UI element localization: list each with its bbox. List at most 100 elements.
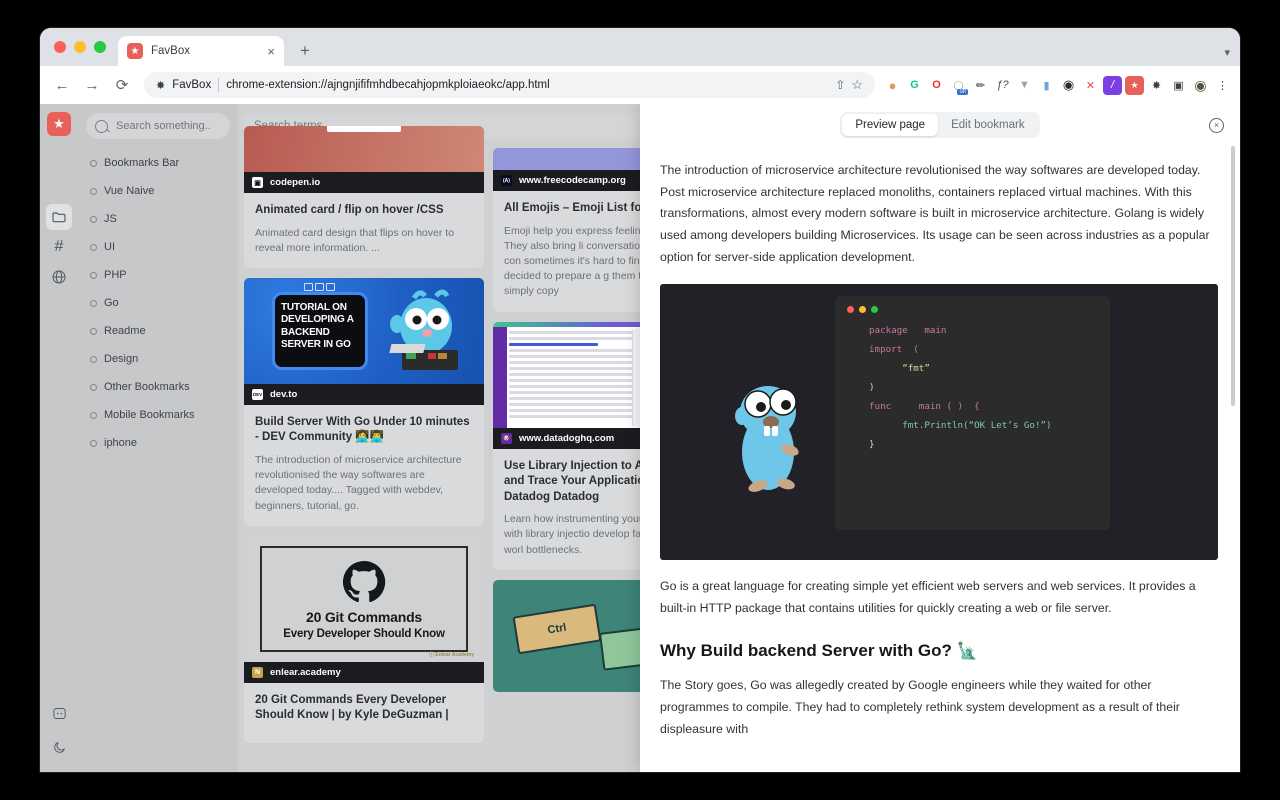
new-tab-button[interactable]: + — [292, 38, 318, 64]
github-logo-icon — [342, 560, 386, 602]
browser-tab[interactable]: ★ FavBox × — [118, 36, 284, 66]
card-domain-label: enlear.academy — [270, 666, 341, 678]
folder-bullet-icon — [90, 383, 97, 391]
omnibox-divider — [218, 78, 220, 92]
maximize-window-button[interactable] — [94, 41, 106, 53]
cookie-extension-icon[interactable]: ● — [883, 76, 902, 95]
chrome-menu-icon[interactable]: ⋮ — [1213, 76, 1232, 95]
sidebar-item-bookmarks-bar[interactable]: Bookmarks Bar — [86, 149, 230, 177]
address-bar[interactable]: ✸ FavBox chrome-extension://ajngnjififmh… — [144, 72, 875, 98]
code-line-5: func main ( ) { — [869, 401, 980, 413]
sidebar-item-label: iphone — [104, 437, 138, 449]
sidepanel-icon[interactable]: ▣ — [1169, 76, 1188, 95]
favbox-extension-icon[interactable]: ★ — [1125, 75, 1144, 95]
github-icon[interactable] — [46, 700, 72, 726]
back-button[interactable]: ← — [48, 71, 76, 99]
sidebar-item-readme[interactable]: Readme — [86, 317, 230, 345]
rail-hash-icon[interactable]: # — [46, 234, 72, 260]
bookmark-card[interactable]: 20 Git Commands Every Developer Should K… — [244, 535, 484, 743]
card-thumbnail-codepen — [244, 126, 484, 172]
browser-toolbar: ← → ⟳ ✸ FavBox chrome-extension://ajngnj… — [40, 66, 1240, 104]
sidebar-item-iphone[interactable]: iphone — [86, 429, 230, 457]
clipboard-extension-icon[interactable]: ▮ — [1037, 76, 1056, 95]
preview-panel: Preview page Edit bookmark × The introdu… — [640, 104, 1240, 772]
card-thumbnail-go-tutorial: TUTORIAL ON DEVELOPING A BACKEND SERVER … — [244, 277, 484, 384]
card-title: Animated card / flip on hover /CSS — [255, 204, 444, 216]
preview-paragraph-3: The Story goes, Go was allegedly created… — [660, 678, 1180, 736]
card-title: 20 Git Commands Every Developer Should K… — [255, 693, 449, 722]
sidebar-item-label: Bookmarks Bar — [104, 157, 180, 169]
app-logo-star-icon[interactable]: ★ — [47, 112, 71, 136]
camera-extension-icon[interactable]: ◉ — [1059, 76, 1078, 95]
sidebar-item-js[interactable]: JS — [86, 205, 230, 233]
scissors-extension-icon[interactable]: ✕ — [1081, 76, 1100, 95]
tab-edit-bookmark[interactable]: Edit bookmark — [938, 114, 1038, 136]
sidebar-item-label: Design — [104, 353, 139, 365]
app-rail: ★ # — [40, 104, 78, 772]
freecodecamp-favicon-icon: (A) — [501, 175, 512, 186]
folder-bullet-icon — [90, 355, 97, 363]
sidebar-search-input[interactable]: Search something.. — [86, 113, 230, 139]
code-line-4: ) — [869, 382, 875, 394]
sidebar-item-other-bookmarks[interactable]: Other Bookmarks — [86, 373, 230, 401]
profile-avatar-icon[interactable]: ◉ — [1191, 76, 1210, 95]
reload-button[interactable]: ⟳ — [108, 71, 136, 99]
bookmark-star-icon[interactable]: ☆ — [851, 77, 863, 93]
close-tab-icon[interactable]: × — [267, 45, 275, 58]
sidebar-item-vue-naive[interactable]: Vue Naive — [86, 177, 230, 205]
share-icon[interactable]: ⇧ — [835, 78, 845, 92]
card-domain-label: www.datadoghq.com — [519, 432, 615, 444]
sidebar-item-go[interactable]: Go — [86, 289, 230, 317]
folder-bullet-icon — [90, 159, 97, 167]
card-thumbnail-subtitle: Every Developer Should Know — [283, 627, 445, 640]
close-window-button[interactable] — [54, 41, 66, 53]
forward-button[interactable]: → — [78, 71, 106, 99]
preview-content: The introduction of microservice archite… — [640, 146, 1240, 772]
sidebar-item-label: Other Bookmarks — [104, 381, 190, 393]
colorpicker-extension-icon[interactable]: ✏ — [971, 76, 990, 95]
folder-bullet-icon — [90, 271, 97, 279]
rail-globe-icon[interactable] — [46, 264, 72, 290]
close-preview-icon[interactable]: × — [1209, 117, 1224, 133]
card-domain-bar: N enlear.academy — [244, 661, 484, 683]
go-gopher-illustration-icon — [735, 386, 799, 493]
preview-scrollbar[interactable] — [1231, 146, 1235, 406]
folder-bullet-icon — [90, 215, 97, 223]
code-line-7: } — [869, 439, 875, 451]
grammarly-extension-icon[interactable]: G — [905, 76, 924, 95]
vue-devtools-extension-icon[interactable]: ▼ — [1015, 76, 1034, 95]
rail-folder-icon[interactable] — [46, 204, 72, 230]
sidebar-item-label: Mobile Bookmarks — [104, 409, 195, 421]
sidebar-item-ui[interactable]: UI — [86, 233, 230, 261]
card-domain-label: www.freecodecamp.org — [519, 175, 626, 186]
sidebar-item-design[interactable]: Design — [86, 345, 230, 373]
code-window-traffic-lights — [847, 306, 1098, 314]
search-icon — [95, 119, 108, 133]
adblock-off-extension-icon[interactable]: off ◯ — [949, 76, 968, 95]
keycap-ctrl: Ctrl — [512, 603, 602, 655]
minimize-window-button[interactable] — [74, 41, 86, 53]
sidebar-item-label: JS — [104, 213, 117, 225]
sidebar-item-php[interactable]: PHP — [86, 261, 230, 289]
opera-extension-icon[interactable]: O — [927, 76, 946, 95]
devto-favicon-icon: DEV — [252, 388, 263, 400]
bookmark-card[interactable]: TUTORIAL ON DEVELOPING A BACKEND SERVER … — [244, 277, 484, 526]
card-thumbnail-credit: ⓘ Enlear Academy — [428, 651, 474, 658]
folder-sidebar: Search something.. Bookmarks Bar Vue Nai… — [78, 104, 238, 772]
font-inspector-extension-icon[interactable]: ƒ? — [993, 76, 1012, 95]
datadog-favicon-icon: 🐶 — [501, 432, 512, 444]
preview-heading: Why Build backend Server with Go? 🗽 — [660, 641, 978, 661]
tab-preview-page[interactable]: Preview page — [842, 114, 939, 136]
preview-paragraph-2: Go is a great language for creating simp… — [660, 579, 1196, 615]
window-traffic-lights — [54, 28, 118, 66]
card-thumbnail-git-commands: 20 Git Commands Every Developer Should K… — [244, 535, 484, 662]
folder-bullet-icon — [90, 411, 97, 419]
puzzle-icon: ✸ — [156, 79, 166, 92]
slash-extension-icon[interactable]: / — [1103, 75, 1122, 95]
puzzle-extensions-icon[interactable]: ✸ — [1147, 76, 1166, 95]
cards-column-left: ▣ codepen.io Animated card / flip on hov… — [244, 126, 484, 743]
tabstrip-chevron-down-icon[interactable]: ▾ — [1224, 46, 1230, 59]
dark-mode-moon-icon[interactable] — [46, 734, 72, 760]
bookmark-card[interactable]: ▣ codepen.io Animated card / flip on hov… — [244, 126, 484, 268]
sidebar-item-mobile-bookmarks[interactable]: Mobile Bookmarks — [86, 401, 230, 429]
